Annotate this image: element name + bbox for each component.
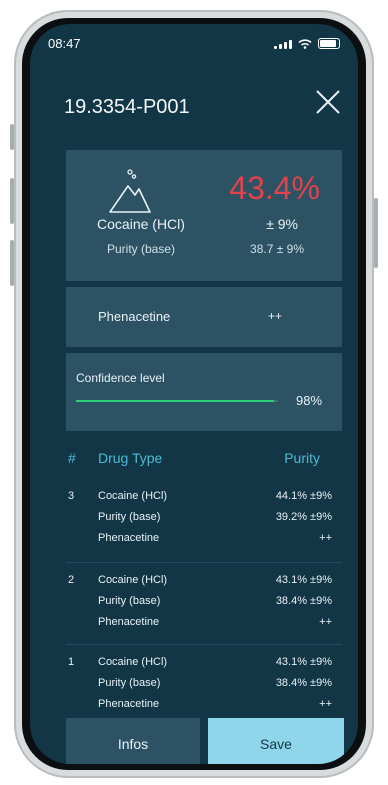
entry-name: Purity (base) [98, 511, 161, 523]
entry-value: ++ [319, 698, 332, 710]
entry-value: 43.1% ±9% [275, 656, 332, 668]
entry-name: Cocaine (HCl) [98, 574, 168, 586]
purity-tolerance: ± 9% [266, 216, 298, 232]
row-divider [66, 562, 342, 563]
entry-name: Purity (base) [98, 677, 161, 689]
volume-up-button [10, 178, 14, 224]
detected-drug: Cocaine (HCl) [97, 216, 185, 232]
status-icons [274, 38, 340, 49]
entry-value: 38.4% ±9% [275, 677, 332, 689]
app-screen: 08:47 19.3354-P001 Cocaine (HCl) Purity … [30, 24, 358, 764]
action-button [10, 124, 14, 150]
battery-icon [318, 38, 340, 49]
status-bar: 08:47 [48, 36, 340, 56]
confidence-bar-fill [76, 400, 274, 402]
entry-name: Phenacetine [98, 532, 160, 544]
page-title: 19.3354-P001 [64, 96, 190, 118]
entry-value: 44.1% ±9% [275, 490, 332, 502]
entry-name: Purity (base) [98, 595, 161, 607]
result-card: Cocaine (HCl) Purity (base) 43.4% ± 9% 3… [66, 150, 342, 281]
column-number: # [68, 450, 76, 466]
row-number: 2 [68, 574, 75, 586]
adulterant-card: Phenacetine ++ [66, 287, 342, 347]
entry-value: 43.1% ±9% [275, 574, 332, 586]
adulterant-name: Phenacetine [98, 309, 171, 324]
power-button [374, 198, 378, 268]
purity-label: Purity (base) [106, 242, 176, 256]
adulterant-value: ++ [268, 309, 283, 323]
close-icon[interactable] [312, 86, 344, 118]
entry-name: Phenacetine [98, 698, 160, 710]
table-row: 2 Cocaine (HCl) 43.1% ±9% Purity (base) 38… [66, 574, 342, 640]
row-number: 3 [68, 490, 75, 502]
row-number: 1 [68, 656, 75, 668]
confidence-label: Confidence level [76, 371, 165, 385]
entry-value: ++ [319, 616, 332, 628]
column-drug-type: Drug Type [98, 450, 163, 466]
entry-name: Cocaine (HCl) [98, 490, 168, 502]
confidence-card: Confidence level 98% [66, 353, 342, 431]
mountain-icon [109, 169, 151, 213]
status-time: 08:47 [48, 36, 81, 51]
volume-down-button [10, 240, 14, 286]
entry-name: Cocaine (HCl) [98, 656, 168, 668]
column-purity: Purity [284, 450, 320, 466]
wifi-icon [298, 38, 312, 49]
purity-percentage: 43.4% [229, 170, 320, 206]
row-divider [66, 644, 342, 645]
confidence-value: 98% [296, 393, 323, 408]
save-button[interactable]: Save [208, 718, 344, 764]
entry-value: 38.4% ±9% [275, 595, 332, 607]
results-table-header: # Drug Type Purity [66, 450, 342, 470]
entry-value: ++ [319, 532, 332, 544]
purity-base-value: 38.7 ± 9% [250, 242, 304, 256]
table-row: 3 Cocaine (HCl) 44.1% ±9% Purity (base) 39… [66, 490, 342, 556]
signal-icon [274, 39, 292, 49]
table-row: 1 Cocaine (HCl) 43.1% ±9% Purity (base) 38… [66, 656, 342, 722]
infos-button[interactable]: Infos [66, 718, 200, 764]
entry-value: 39.2% ±9% [275, 511, 332, 523]
entry-name: Phenacetine [98, 616, 160, 628]
confidence-bar [76, 400, 278, 402]
